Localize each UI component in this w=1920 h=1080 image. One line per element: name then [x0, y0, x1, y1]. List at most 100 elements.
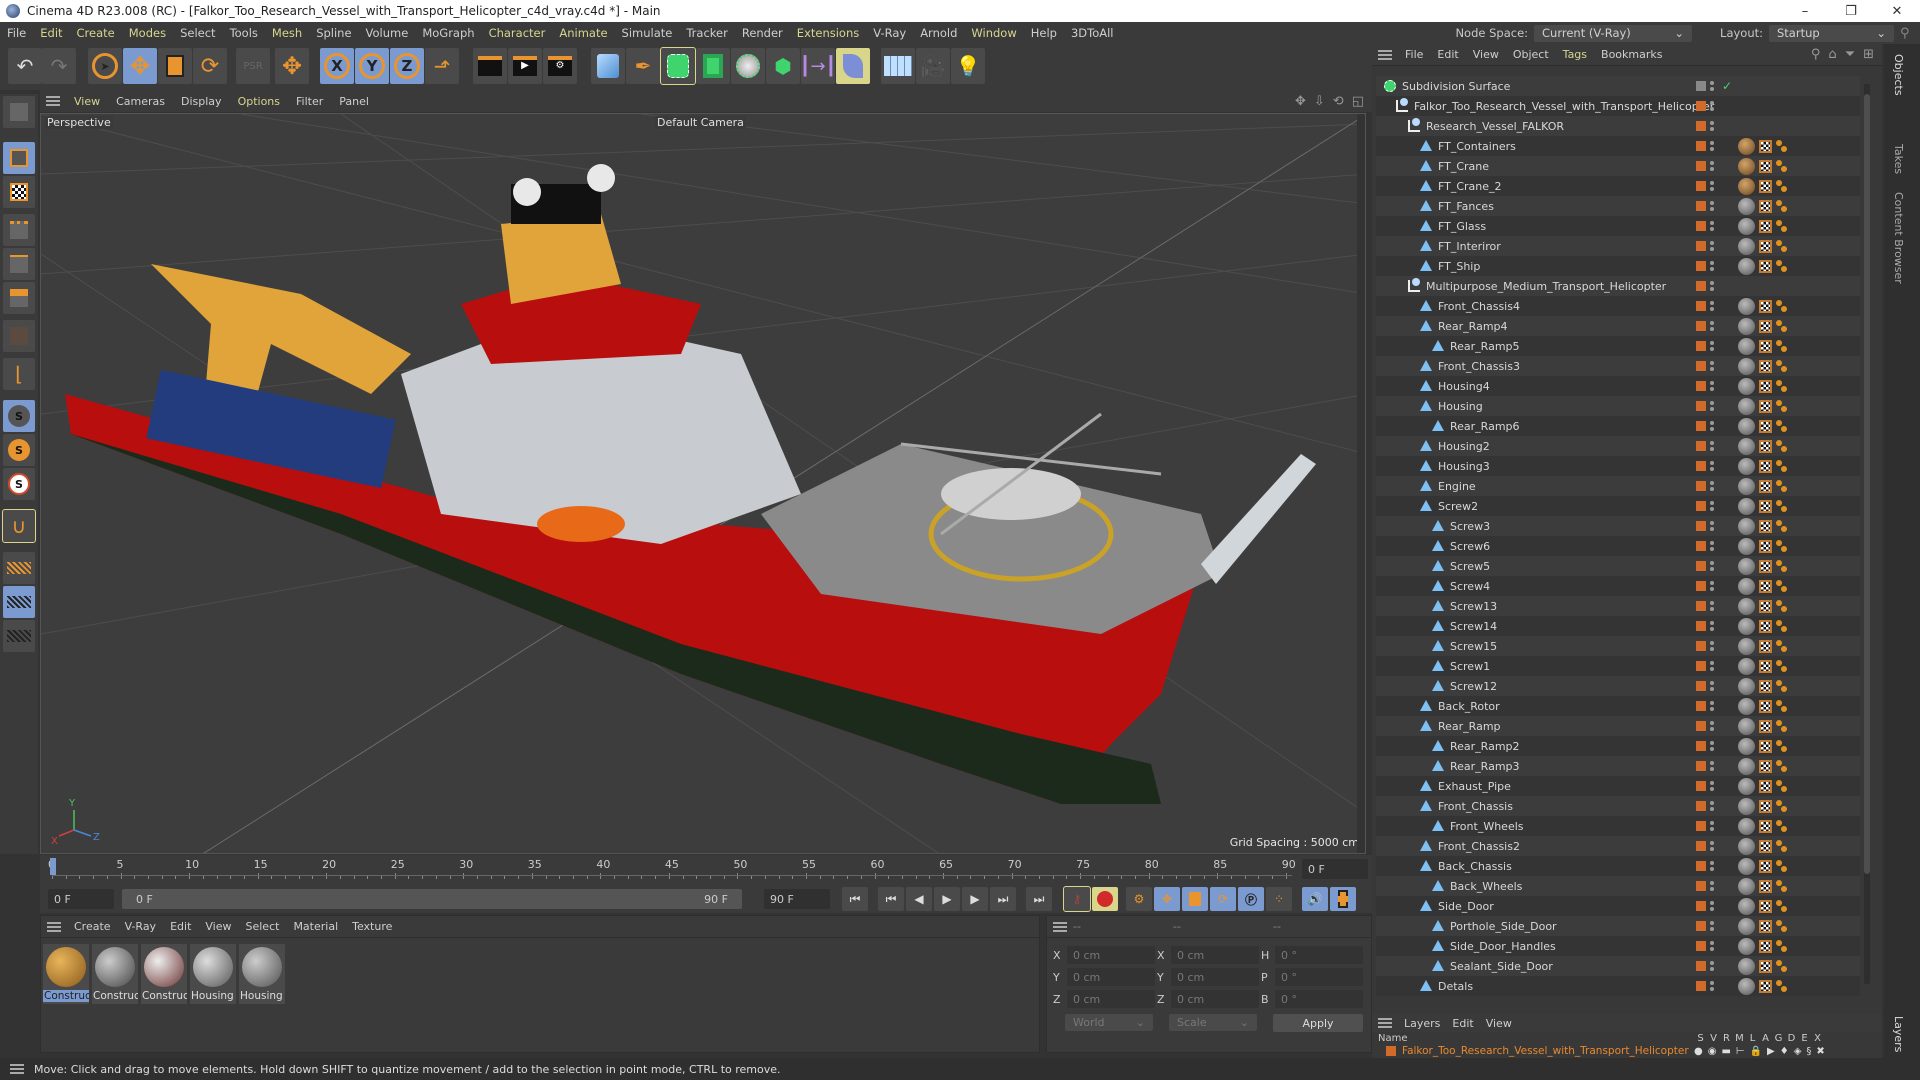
visibility-dots-icon[interactable]	[1710, 240, 1714, 252]
layer-color-swatch[interactable]	[1696, 861, 1706, 871]
layers-menu-layers[interactable]: Layers	[1398, 1017, 1446, 1030]
object-name[interactable]: FT_Glass	[1438, 220, 1486, 233]
hamburger-icon[interactable]	[1378, 49, 1392, 60]
visibility-dots-icon[interactable]	[1710, 300, 1714, 312]
vray-tag-icon[interactable]	[1776, 380, 1788, 392]
object-row[interactable]: FT_Crane	[1376, 156, 1860, 176]
uvw-tag-icon[interactable]	[1759, 479, 1772, 493]
viewport-scrollbar[interactable]	[1357, 114, 1365, 853]
vray-tag-icon[interactable]	[1776, 600, 1788, 612]
object-list-scrollbar[interactable]	[1864, 84, 1870, 984]
pos-y-field[interactable]: 0 cm	[1067, 968, 1155, 986]
uvw-tag-icon[interactable]	[1759, 499, 1772, 513]
tab-takes[interactable]: Takes	[1892, 144, 1905, 174]
layer-color-swatch[interactable]	[1696, 421, 1706, 431]
object-name[interactable]: Rear_Ramp4	[1438, 320, 1508, 333]
object-row[interactable]: Rear_Ramp2	[1376, 736, 1860, 756]
menu-render[interactable]: Render	[735, 26, 790, 40]
object-row[interactable]: FT_Interiror	[1376, 236, 1860, 256]
uvw-tag-icon[interactable]	[1759, 599, 1772, 613]
go-to-start-button[interactable]: ⏮	[842, 887, 868, 911]
visibility-dots-icon[interactable]	[1710, 340, 1714, 352]
object-name[interactable]: Engine	[1438, 480, 1476, 493]
object-name[interactable]: Multipurpose_Medium_Transport_Helicopter	[1426, 280, 1666, 293]
visibility-dots-icon[interactable]	[1710, 560, 1714, 572]
visibility-dots-icon[interactable]	[1710, 200, 1714, 212]
object-name[interactable]: Front_Wheels	[1450, 820, 1524, 833]
uvw-tag-icon[interactable]	[1759, 919, 1772, 933]
vray-tag-icon[interactable]	[1776, 260, 1788, 272]
uvw-tag-icon[interactable]	[1759, 979, 1772, 993]
object-name[interactable]: Screw5	[1450, 560, 1490, 573]
layer-flag-icons[interactable]: ●◉▬⊢🔒▶♦◈§✖	[1694, 1046, 1830, 1057]
vray-tag-icon[interactable]	[1776, 920, 1788, 932]
layer-color-swatch[interactable]	[1696, 701, 1706, 711]
object-row[interactable]: Rear_Ramp3	[1376, 756, 1860, 776]
light-button[interactable]: 💡	[951, 48, 985, 84]
tab-layers[interactable]: Layers	[1892, 1016, 1905, 1052]
search-icon[interactable]: ⚲	[1811, 47, 1821, 62]
object-row[interactable]: Screw6	[1376, 536, 1860, 556]
object-name[interactable]: FT_Interiror	[1438, 240, 1501, 253]
hamburger-icon[interactable]	[10, 1064, 24, 1074]
vray-tag-icon[interactable]	[1776, 540, 1788, 552]
vray-tag-icon[interactable]	[1776, 680, 1788, 692]
layer-color-swatch[interactable]	[1696, 621, 1706, 631]
material-tag-icon[interactable]	[1738, 977, 1755, 995]
coordinate-system-button[interactable]: ⬏	[425, 48, 459, 84]
material-menu-material[interactable]: Material	[286, 920, 345, 933]
menu-simulate[interactable]: Simulate	[615, 26, 680, 40]
uvw-tag-icon[interactable]	[1759, 899, 1772, 913]
viewport-menu-panel[interactable]: Panel	[331, 95, 377, 108]
size-z-field[interactable]: 0 cm	[1171, 990, 1259, 1008]
material-tag-icon[interactable]	[1738, 817, 1755, 835]
viewport-perspective[interactable]: Y X Z Perspective Default Camera Grid Sp…	[40, 113, 1366, 854]
material-tag-icon[interactable]	[1738, 937, 1755, 955]
object-name[interactable]: Falkor_Too_Research_Vessel_with_Transpor…	[1414, 100, 1714, 113]
objects-menu-file[interactable]: File	[1398, 48, 1430, 61]
object-row[interactable]: FT_Fances	[1376, 196, 1860, 216]
object-name[interactable]: Back_Chassis	[1438, 860, 1512, 873]
uvw-tag-icon[interactable]	[1759, 139, 1772, 153]
render-picture-viewer-button[interactable]: ▶	[508, 48, 542, 84]
visibility-dots-icon[interactable]	[1710, 480, 1714, 492]
layer-color-swatch[interactable]	[1696, 601, 1706, 611]
object-name[interactable]: Screw6	[1450, 540, 1490, 553]
tab-content-browser[interactable]: Content Browser	[1892, 192, 1905, 284]
visibility-dots-icon[interactable]	[1710, 500, 1714, 512]
material-tag-icon[interactable]	[1738, 397, 1755, 415]
rotate-tool-button[interactable]: ⟳	[193, 48, 227, 84]
object-row[interactable]: Housing2	[1376, 436, 1860, 456]
vray-tag-icon[interactable]	[1776, 240, 1788, 252]
minimize-button[interactable]: –	[1782, 0, 1828, 22]
visibility-dots-icon[interactable]	[1710, 660, 1714, 672]
key-rotation-button[interactable]: ⟳	[1210, 887, 1236, 911]
vray-tag-icon[interactable]	[1776, 780, 1788, 792]
object-name[interactable]: Front_Chassis3	[1438, 360, 1520, 373]
object-row[interactable]: Screw12	[1376, 676, 1860, 696]
object-row[interactable]: Front_Chassis	[1376, 796, 1860, 816]
layer-row[interactable]: Falkor_Too_Research_Vessel_with_Transpor…	[1372, 1044, 1882, 1058]
vray-tag-icon[interactable]	[1776, 500, 1788, 512]
uvw-tag-icon[interactable]	[1759, 519, 1772, 533]
layer-color-swatch[interactable]	[1696, 261, 1706, 271]
close-button[interactable]: ✕	[1874, 0, 1920, 22]
object-row[interactable]: Front_Chassis3	[1376, 356, 1860, 376]
vray-tag-icon[interactable]	[1776, 980, 1788, 992]
object-row[interactable]: Multipurpose_Medium_Transport_Helicopter	[1376, 276, 1860, 296]
key-pla-button[interactable]: ⁘	[1266, 887, 1292, 911]
layer-color-swatch[interactable]	[1696, 141, 1706, 151]
layer-color-swatch[interactable]	[1696, 501, 1706, 511]
bend-button[interactable]	[836, 48, 870, 84]
vray-tag-icon[interactable]	[1776, 900, 1788, 912]
search-icon[interactable]: ⚲	[1900, 26, 1920, 41]
size-y-field[interactable]: 0 cm	[1171, 968, 1259, 986]
layer-color-swatch[interactable]	[1696, 881, 1706, 891]
x-axis-lock-button[interactable]: X	[320, 48, 354, 84]
object-row[interactable]: Side_Door	[1376, 896, 1860, 916]
visibility-dots-icon[interactable]	[1710, 220, 1714, 232]
uvw-tag-icon[interactable]	[1759, 659, 1772, 673]
material-tag-icon[interactable]	[1738, 237, 1755, 255]
visibility-dots-icon[interactable]	[1710, 80, 1714, 92]
uvw-tag-icon[interactable]	[1759, 819, 1772, 833]
